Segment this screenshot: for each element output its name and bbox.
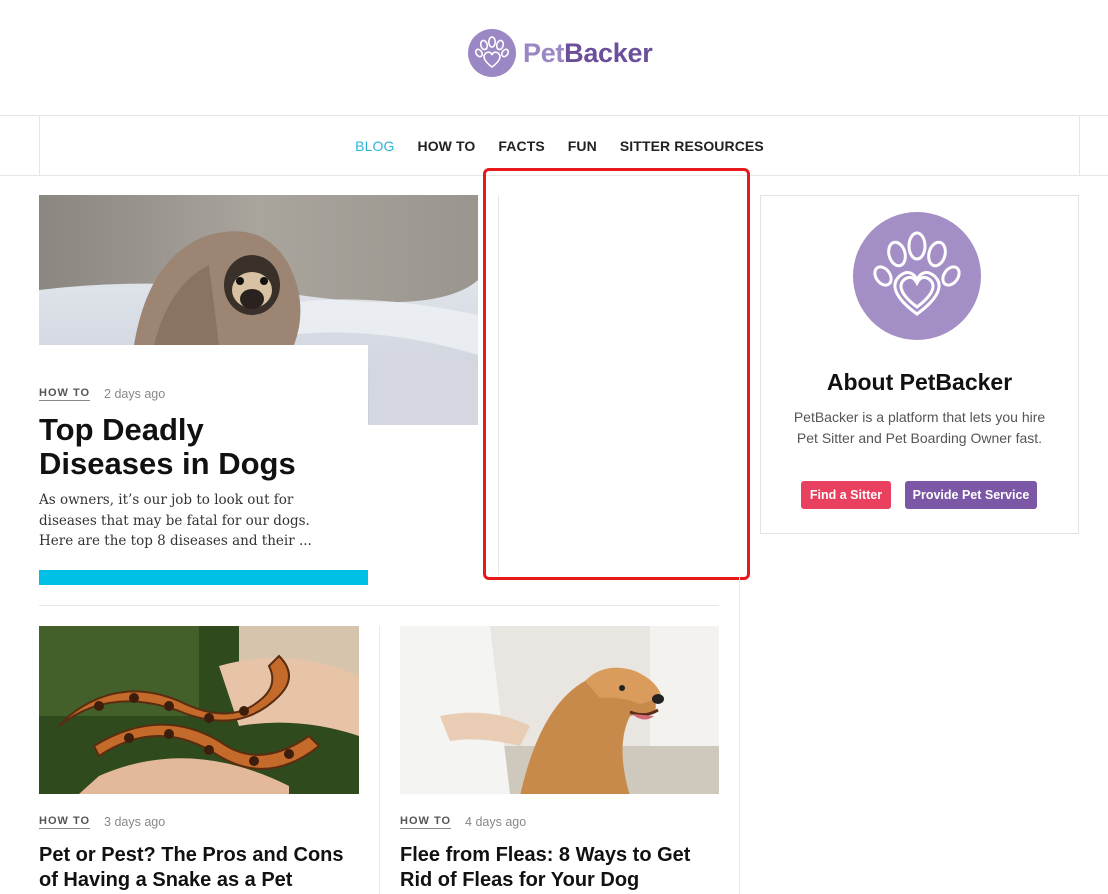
card-date: 3 days ago bbox=[104, 815, 166, 829]
nav-list: BLOG HOW TO FACTS FUN SITTER RESOURCES bbox=[40, 116, 1079, 175]
logo-backer-text: Backer bbox=[564, 38, 653, 68]
provide-pet-service-button[interactable]: Provide Pet Service bbox=[905, 481, 1037, 509]
content-separator bbox=[39, 605, 719, 606]
card-image-dog-bath[interactable] bbox=[400, 626, 719, 794]
card-meta: HOW TO 4 days ago bbox=[400, 815, 526, 829]
nav-item-facts[interactable]: FACTS bbox=[498, 138, 544, 154]
logo-pet-text: Pet bbox=[523, 38, 565, 68]
nav-item-blog[interactable]: BLOG bbox=[355, 138, 394, 154]
card-title[interactable]: Pet or Pest? The Pros and Cons of Having… bbox=[39, 843, 359, 893]
about-title: About PetBacker bbox=[826, 369, 1013, 395]
golden-retriever-photo-image bbox=[400, 626, 719, 794]
main-nav: BLOG HOW TO FACTS FUN SITTER RESOURCES bbox=[0, 115, 1108, 176]
nav-item-sitter-resources[interactable]: SITTER RESOURCES bbox=[620, 138, 764, 154]
find-sitter-button[interactable]: Find a Sitter bbox=[801, 481, 891, 509]
site-header: PetBacker bbox=[0, 0, 1108, 115]
nav-item-fun[interactable]: FUN bbox=[568, 138, 597, 154]
sidebar-divider bbox=[739, 575, 740, 894]
featured-accent-bar bbox=[39, 570, 368, 585]
about-widget: About PetBacker PetBacker is a platform … bbox=[760, 195, 1079, 534]
featured-date: 2 days ago bbox=[104, 387, 166, 401]
nav-inner: BLOG HOW TO FACTS FUN SITTER RESOURCES bbox=[39, 116, 1080, 175]
featured-category-link[interactable]: HOW TO bbox=[39, 387, 91, 401]
featured-post-excerpt: As owners, it’s our job to look out for … bbox=[39, 492, 312, 549]
card-title[interactable]: Flee from Fleas: 8 Ways to Get Rid of Fl… bbox=[400, 843, 720, 893]
logo-wordmark: PetBacker bbox=[523, 28, 653, 78]
highlight-box bbox=[483, 168, 750, 580]
paw-heart-icon bbox=[853, 212, 981, 340]
featured-post-meta: HOW TO 2 days ago bbox=[39, 387, 165, 401]
about-description: PetBacker is a platform that lets you hi… bbox=[793, 409, 1046, 446]
card-column-divider bbox=[379, 626, 380, 894]
card-image-snake[interactable] bbox=[39, 626, 359, 794]
card-meta: HOW TO 3 days ago bbox=[39, 815, 165, 829]
featured-post-card: HOW TO 2 days ago Top Deadly Diseases in… bbox=[39, 345, 368, 585]
petbacker-logo[interactable]: PetBacker bbox=[467, 28, 653, 78]
card-date: 4 days ago bbox=[465, 815, 527, 829]
nav-item-how-to[interactable]: HOW TO bbox=[417, 138, 475, 154]
snake-photo-image bbox=[39, 626, 359, 794]
card-category-link[interactable]: HOW TO bbox=[39, 815, 91, 829]
featured-post-title[interactable]: Top Deadly Diseases in Dogs bbox=[39, 413, 339, 481]
card-category-link[interactable]: HOW TO bbox=[400, 815, 452, 829]
paw-heart-logo-icon bbox=[468, 29, 516, 77]
